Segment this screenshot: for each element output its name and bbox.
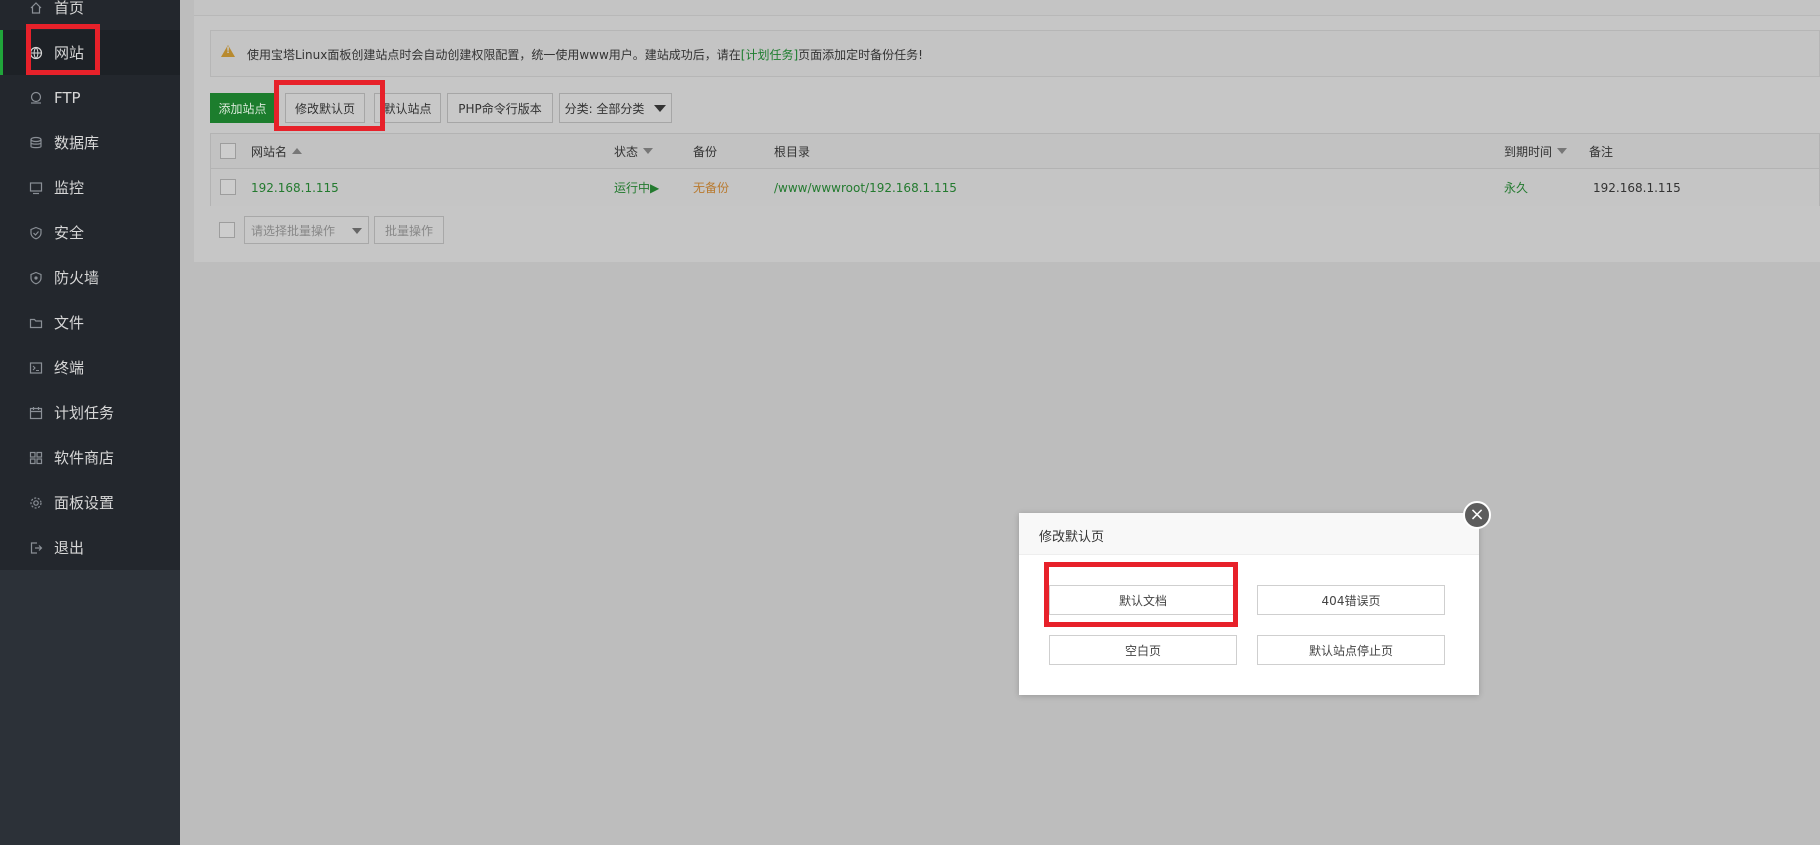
batch-operation-select[interactable]: 请选择批量操作 — [244, 216, 369, 244]
sidebar-item-label: 监控 — [54, 179, 85, 197]
warning-icon — [221, 45, 235, 57]
sidebar-item-label: 数据库 — [54, 134, 100, 152]
sidebar-item-cron[interactable]: 计划任务 — [0, 390, 180, 435]
sidebar-item-database[interactable]: 数据库 — [0, 120, 180, 165]
gear-icon — [28, 495, 44, 511]
dialog-header: 修改默认页 — [1019, 513, 1479, 555]
main-content — [180, 0, 1820, 845]
site-name-link[interactable]: 192.168.1.115 — [251, 169, 339, 206]
terminal-icon — [28, 360, 44, 376]
home-icon — [28, 0, 44, 16]
column-header-name-label: 网站名 — [251, 144, 288, 159]
shield-icon — [28, 225, 44, 241]
sort-desc-icon — [643, 148, 654, 154]
site-status-toggle[interactable]: 运行中▶ — [614, 169, 659, 206]
404-error-page-button[interactable]: 404错误页 — [1257, 585, 1445, 615]
php-cli-version-button[interactable]: PHP命令行版本 — [447, 93, 553, 123]
column-header-expire[interactable]: 到期时间 — [1504, 134, 1568, 168]
highlight-box-modify-default-page — [274, 80, 385, 131]
sidebar-item-label: 终端 — [54, 359, 85, 377]
column-header-name[interactable]: 网站名 — [251, 134, 303, 168]
chevron-down-icon — [654, 104, 667, 112]
notice-bar: 使用宝塔Linux面板创建站点时会自动创建权限配置，统一使用www用户。建站成功… — [210, 30, 1820, 77]
sidebar-item-monitor[interactable]: 监控 — [0, 165, 180, 210]
sidebar-item-label: 文件 — [54, 314, 85, 332]
sidebar-item-panel-settings[interactable]: 面板设置 — [0, 480, 180, 525]
column-header-status-label: 状态 — [614, 144, 639, 159]
notice-text: 使用宝塔Linux面板创建站点时会自动创建权限配置，统一使用www用户。建站成功… — [247, 46, 923, 63]
sidebar-item-label: 面板设置 — [54, 494, 115, 512]
sidebar-item-label: FTP — [54, 88, 81, 107]
category-select[interactable]: 分类: 全部分类 — [559, 93, 672, 123]
add-site-button[interactable]: 添加站点 — [210, 93, 275, 123]
cron-task-link[interactable]: [计划任务] — [741, 48, 798, 62]
notice-text-after: 页面添加定时备份任务! — [798, 48, 923, 62]
table-header: 网站名 状态 备份 根目录 到期时间 备注 — [211, 134, 1819, 169]
site-expire-link[interactable]: 永久 — [1504, 169, 1528, 206]
sidebar-item-files[interactable]: 文件 — [0, 300, 180, 345]
row-checkbox[interactable] — [220, 179, 236, 195]
sidebar-item-label: 软件商店 — [54, 449, 115, 467]
column-header-root: 根目录 — [774, 144, 811, 159]
folder-icon — [28, 315, 44, 331]
database-icon — [28, 135, 44, 151]
sidebar-item-label: 安全 — [54, 224, 85, 242]
batch-operation-button[interactable]: 批量操作 — [374, 216, 444, 244]
ftp-icon — [28, 90, 44, 106]
sidebar-item-label: 首页 — [54, 0, 85, 17]
highlight-box-website — [26, 24, 100, 75]
site-remark[interactable]: 192.168.1.115 — [1593, 169, 1681, 206]
top-strip — [194, 0, 1820, 16]
calendar-icon — [28, 405, 44, 421]
default-site-stop-page-button[interactable]: 默认站点停止页 — [1257, 635, 1445, 665]
sidebar-item-ftp[interactable]: FTP — [0, 75, 180, 120]
column-header-status[interactable]: 状态 — [614, 134, 654, 168]
sidebar-menu: 首页 网站 FTP 数据库 监控 安全 防火墙 文件 终端 计划任务 软件商店 … — [0, 0, 180, 570]
highlight-box-default-document — [1044, 562, 1238, 627]
sidebar-item-logout[interactable]: 退出 — [0, 525, 180, 570]
dialog-title: 修改默认页 — [1039, 530, 1105, 545]
sort-asc-icon — [292, 148, 303, 154]
chevron-down-icon — [352, 228, 362, 234]
sidebar-item-firewall[interactable]: 防火墙 — [0, 255, 180, 300]
batch-select-all-checkbox[interactable] — [219, 222, 235, 238]
sidebar-item-label: 防火墙 — [54, 269, 100, 287]
logout-icon — [28, 540, 44, 556]
table-row: 192.168.1.115 运行中▶ 无备份 /www/wwwroot/192.… — [211, 169, 1819, 206]
category-select-label: 分类: 全部分类 — [564, 101, 645, 116]
select-all-checkbox[interactable] — [220, 143, 236, 159]
sidebar-item-app-store[interactable]: 软件商店 — [0, 435, 180, 480]
site-backup-link[interactable]: 无备份 — [693, 169, 729, 206]
sidebar-item-terminal[interactable]: 终端 — [0, 345, 180, 390]
sidebar: 首页 网站 FTP 数据库 监控 安全 防火墙 文件 终端 计划任务 软件商店 … — [0, 0, 180, 845]
close-icon[interactable]: × — [1463, 501, 1491, 529]
sidebar-item-label: 计划任务 — [54, 404, 115, 422]
site-table: 网站名 状态 备份 根目录 到期时间 备注 192.168.1.115 运行中▶… — [210, 133, 1820, 206]
monitor-icon — [28, 180, 44, 196]
sort-desc-icon — [1557, 148, 1568, 154]
blank-page-button[interactable]: 空白页 — [1049, 635, 1237, 665]
column-header-remark: 备注 — [1589, 144, 1614, 159]
sidebar-item-label: 退出 — [54, 539, 85, 557]
column-header-backup: 备份 — [693, 144, 718, 159]
apps-icon — [28, 450, 44, 466]
sidebar-item-security[interactable]: 安全 — [0, 210, 180, 255]
site-root-link[interactable]: /www/wwwroot/192.168.1.115 — [774, 169, 957, 206]
column-header-expire-label: 到期时间 — [1504, 144, 1553, 159]
notice-text-before: 使用宝塔Linux面板创建站点时会自动创建权限配置，统一使用www用户。建站成功… — [247, 48, 741, 62]
firewall-icon — [28, 270, 44, 286]
batch-operation-placeholder: 请选择批量操作 — [251, 223, 336, 238]
